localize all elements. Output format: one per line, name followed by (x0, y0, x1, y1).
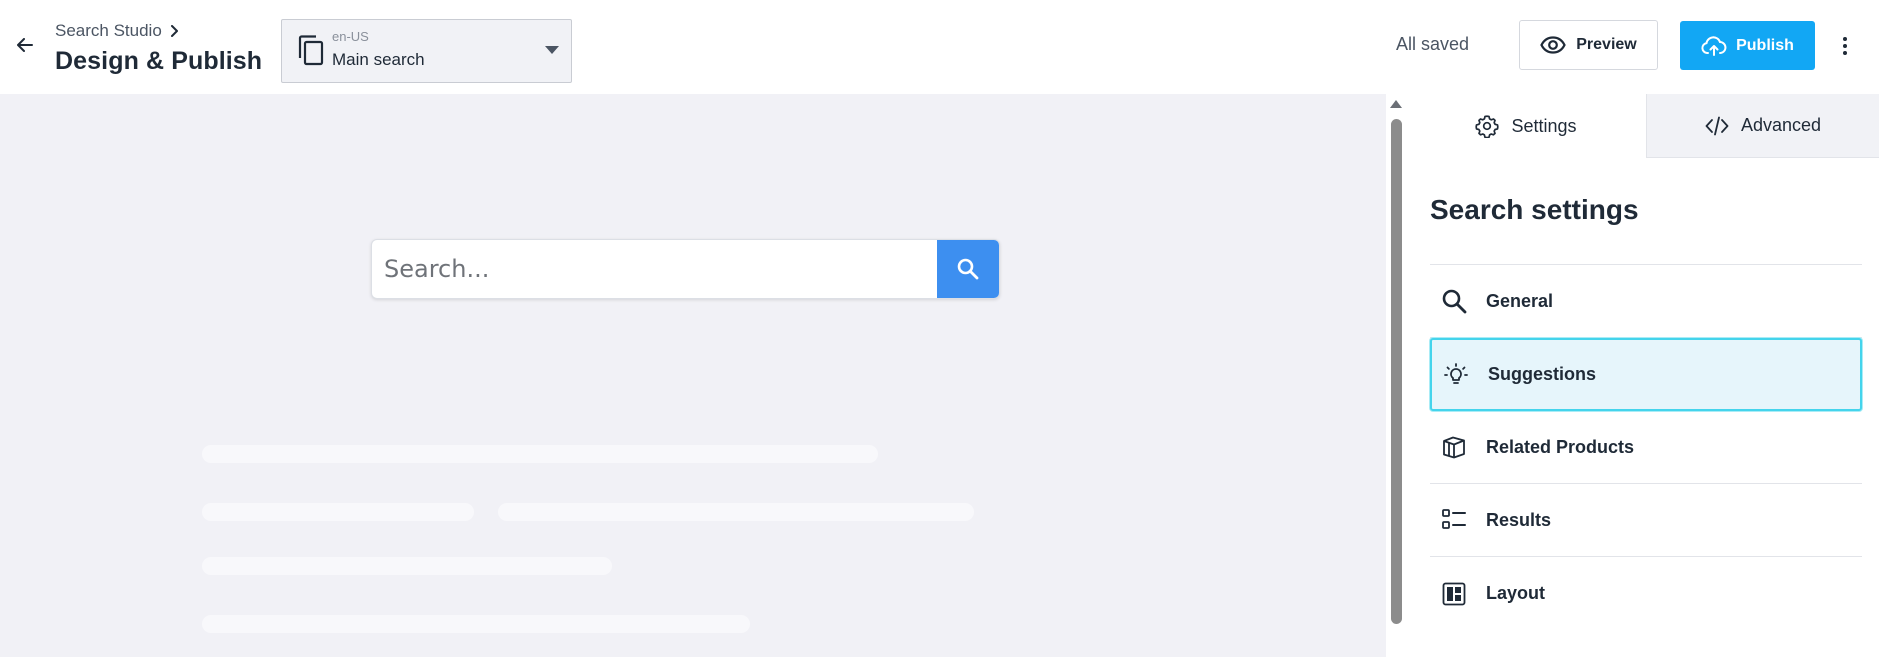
box-icon (1440, 433, 1468, 461)
selector-value: Main search (332, 50, 425, 69)
search-icon (957, 258, 979, 280)
page-title: Design & Publish (55, 47, 263, 75)
skeleton-line (202, 445, 878, 463)
eye-icon (1540, 36, 1566, 54)
search-input[interactable] (372, 240, 938, 298)
gear-icon (1475, 115, 1500, 138)
menu-item-label: Results (1486, 509, 1552, 530)
menu-item-label: Layout (1486, 583, 1546, 603)
panel-title: Search settings (1430, 194, 1639, 225)
publish-button[interactable]: Publish (1680, 21, 1815, 70)
panel-tabs: Settings Advanced (1406, 94, 1879, 158)
back-button[interactable] (14, 34, 36, 56)
search-submit-button[interactable] (937, 240, 999, 298)
more-options-button[interactable] (1834, 33, 1856, 59)
lightbulb-icon (1442, 361, 1470, 389)
vertical-scrollbar[interactable] (1386, 94, 1406, 657)
menu-item-related-products[interactable]: Related Products (1430, 411, 1862, 484)
menu-item-label: Suggestions (1488, 364, 1597, 384)
preview-canvas (0, 94, 1386, 657)
kebab-dot (1843, 51, 1847, 55)
skeleton-line (202, 557, 612, 575)
caret-down-icon (545, 46, 559, 54)
list-icon (1440, 506, 1468, 534)
save-status: All saved (1396, 34, 1470, 54)
breadcrumb-link[interactable]: Search Studio (55, 21, 162, 41)
search-widget (371, 239, 1000, 299)
top-header: Search Studio Design & Publish en-US Mai… (0, 0, 1879, 94)
skeleton-line (202, 503, 474, 521)
tab-settings-label: Settings (1511, 115, 1577, 136)
menu-item-suggestions[interactable]: Suggestions (1430, 338, 1862, 411)
settings-panel: Settings Advanced Search settings Genera… (1406, 94, 1879, 657)
search-selector-dropdown[interactable]: en-US Main search (281, 19, 572, 83)
layout-icon (1440, 580, 1468, 608)
scroll-up-arrow-icon[interactable] (1390, 100, 1402, 108)
code-icon (1705, 116, 1729, 135)
chevron-right-icon (170, 25, 178, 37)
menu-item-label: Related Products (1486, 436, 1635, 457)
skeleton-line (202, 615, 750, 633)
scrollbar-thumb[interactable] (1391, 119, 1402, 624)
selector-locale: en-US (332, 29, 369, 44)
menu-item-general[interactable]: General (1430, 265, 1862, 338)
preview-label: Preview (1576, 36, 1637, 53)
copy-icon (298, 35, 324, 66)
tab-advanced-label: Advanced (1740, 115, 1822, 135)
publish-label: Publish (1736, 36, 1794, 54)
tab-advanced[interactable]: Advanced (1646, 94, 1879, 158)
menu-item-results[interactable]: Results (1430, 484, 1862, 557)
cloud-upload-icon (1701, 35, 1727, 56)
breadcrumb: Search Studio (55, 21, 178, 41)
arrow-left-icon (17, 38, 33, 52)
kebab-dot (1843, 44, 1847, 48)
search-icon (1440, 287, 1468, 315)
skeleton-line (498, 503, 974, 521)
menu-item-label: General (1486, 290, 1554, 311)
kebab-dot (1843, 37, 1847, 41)
menu-item-layout[interactable]: Layout (1430, 557, 1862, 630)
tab-settings[interactable]: Settings (1406, 94, 1646, 158)
preview-button[interactable]: Preview (1519, 20, 1658, 70)
